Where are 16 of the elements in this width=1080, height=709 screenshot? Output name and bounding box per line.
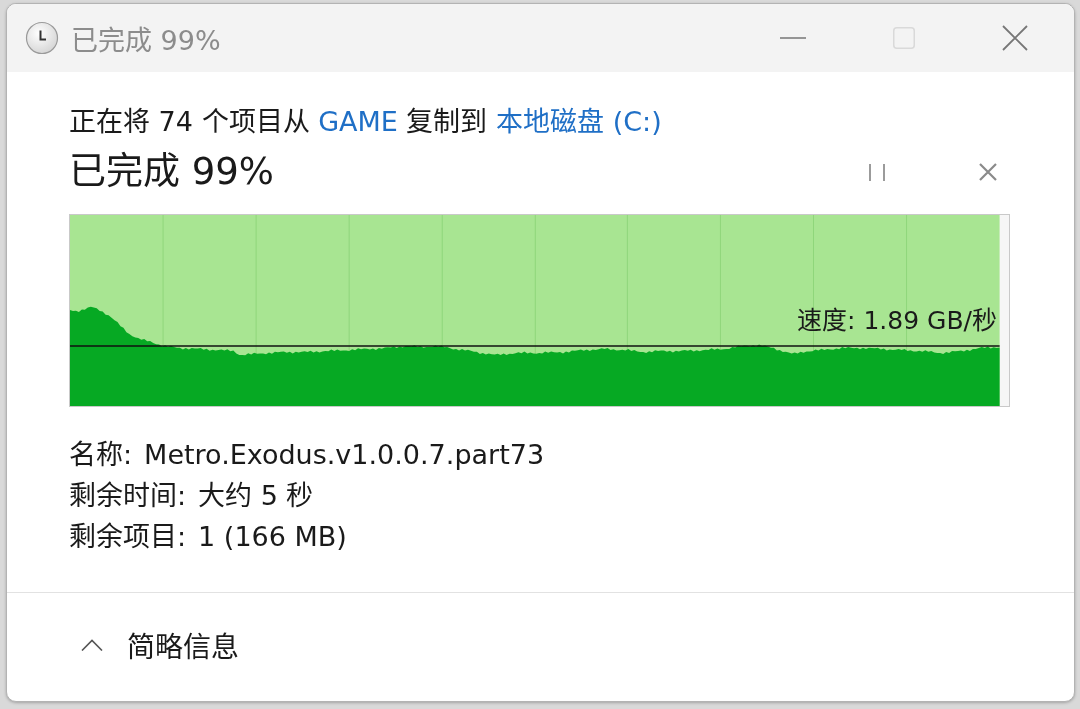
detail-label: 剩余项目: bbox=[69, 520, 187, 554]
details-toggle-button[interactable]: 简略信息 bbox=[73, 625, 247, 665]
clock-icon bbox=[25, 21, 59, 55]
close-icon bbox=[979, 163, 997, 181]
detail-value: 1 (166 MB) bbox=[198, 520, 347, 554]
window-title: 已完成 99% bbox=[71, 23, 221, 58]
speed-label: 速度: 1.89 GB/秒 bbox=[797, 306, 997, 336]
detail-label: 剩余时间: bbox=[69, 479, 187, 513]
detail-value: Metro.Exodus.v1.0.0.7.part73 bbox=[144, 438, 545, 472]
detail-value: 大约 5 秒 bbox=[198, 479, 314, 513]
pause-icon bbox=[869, 163, 885, 181]
detail-label: 名称: bbox=[69, 438, 133, 472]
copy-summary: 正在将 74 个项目从 GAME 复制到 本地磁盘 (C:) bbox=[69, 105, 663, 139]
location-link[interactable]: GAME bbox=[318, 106, 398, 137]
progress-heading: 已完成 99% bbox=[69, 150, 274, 194]
location-link[interactable]: 本地磁盘 (C:) bbox=[496, 106, 662, 137]
